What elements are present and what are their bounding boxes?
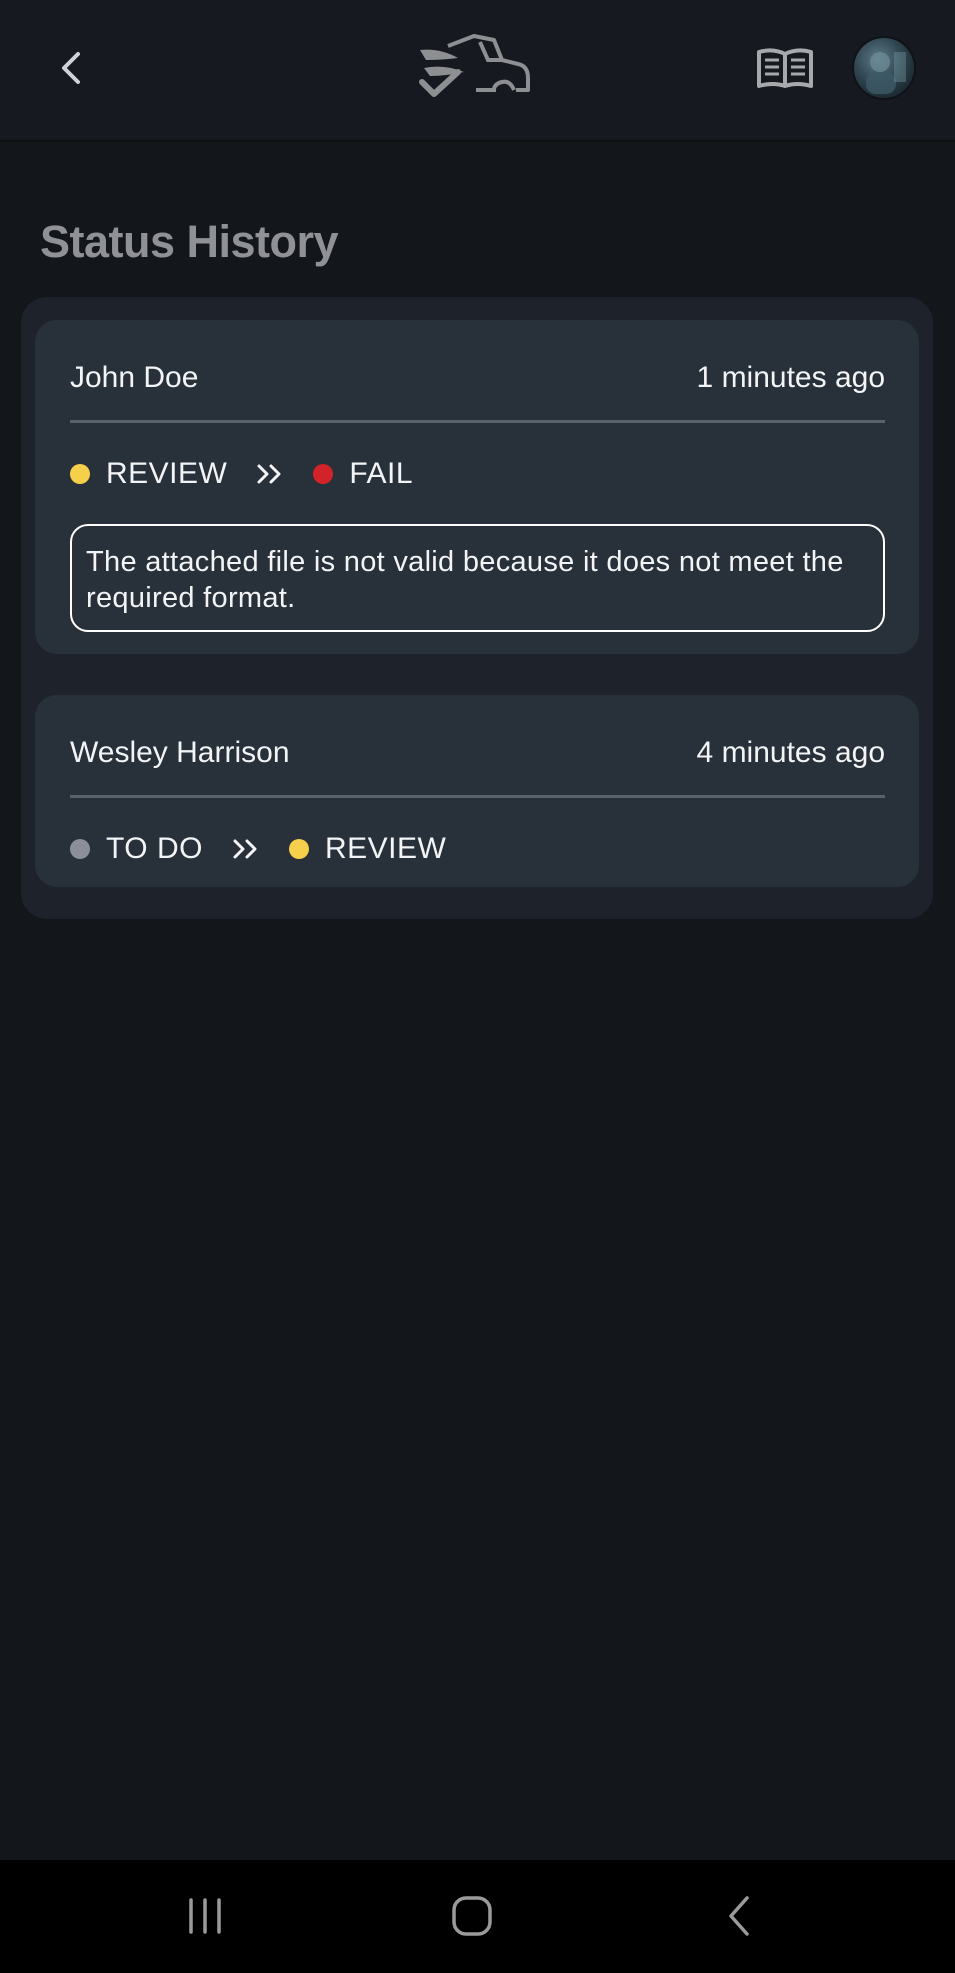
- divider: [70, 420, 885, 423]
- system-navigation-bar: [0, 1860, 955, 1973]
- home-icon: [452, 1896, 492, 1936]
- history-entry: John Doe 1 minutes ago REVIEW FAIL The a…: [35, 320, 919, 654]
- nav-back-icon: [729, 1896, 749, 1936]
- back-button[interactable]: [44, 36, 96, 100]
- recents-button[interactable]: [160, 1880, 250, 1952]
- chevron-left-icon: [62, 52, 80, 84]
- double-chevron-right-icon: [231, 834, 261, 864]
- book-button[interactable]: [750, 40, 820, 96]
- to-status-label: FAIL: [349, 457, 414, 490]
- status-transition: REVIEW FAIL: [70, 454, 413, 494]
- history-entry: Wesley Harrison 4 minutes ago TO DO REVI…: [35, 695, 919, 887]
- app-header: [0, 0, 955, 140]
- divider: [70, 795, 885, 798]
- entry-user-name: John Doe: [70, 361, 199, 394]
- truck-check-logo-icon: [419, 34, 530, 97]
- status-comment: The attached file is not valid because i…: [70, 524, 885, 632]
- double-chevron-right-icon: [255, 459, 285, 489]
- entry-user-name: Wesley Harrison: [70, 736, 290, 769]
- system-back-button[interactable]: [695, 1880, 785, 1952]
- recents-icon: [189, 1898, 221, 1934]
- status-history-list: John Doe 1 minutes ago REVIEW FAIL The a…: [21, 297, 933, 919]
- entry-timestamp: 1 minutes ago: [696, 361, 885, 394]
- status-dot-review: [70, 464, 90, 484]
- status-dot-review: [288, 839, 309, 859]
- app-logo: [418, 32, 534, 104]
- home-button[interactable]: [427, 1880, 517, 1952]
- to-status-label: REVIEW: [324, 832, 447, 865]
- from-status-label: TO DO: [106, 832, 203, 865]
- user-avatar[interactable]: [854, 38, 914, 98]
- from-status-label: REVIEW: [106, 457, 228, 490]
- entry-timestamp: 4 minutes ago: [696, 736, 885, 769]
- status-dot-fail: [313, 464, 334, 484]
- avatar-photo-icon: [866, 52, 906, 94]
- status-transition: TO DO REVIEW: [70, 829, 446, 869]
- open-book-icon: [757, 48, 813, 88]
- page-title: Status History: [40, 216, 339, 267]
- status-dot-todo: [70, 839, 90, 859]
